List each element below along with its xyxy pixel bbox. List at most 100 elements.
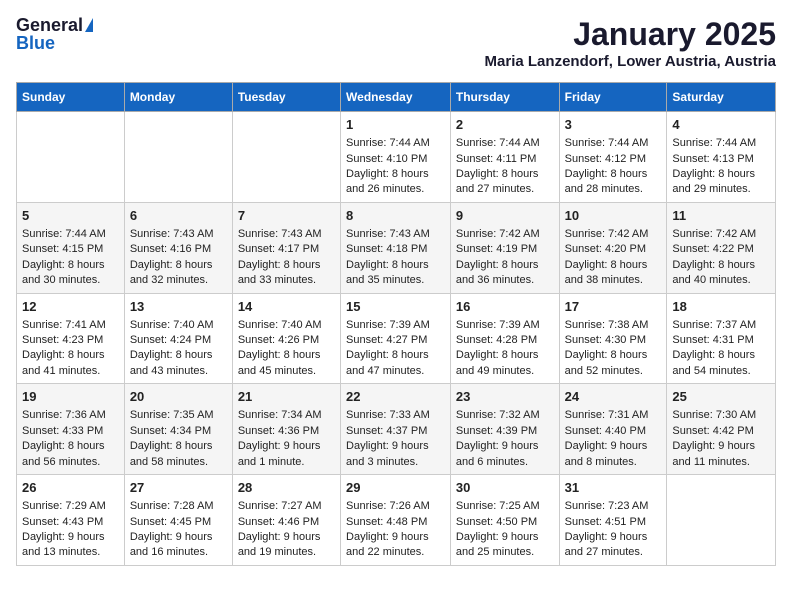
day-info: Sunset: 4:31 PM bbox=[672, 333, 770, 348]
day-info: Sunset: 4:43 PM bbox=[22, 515, 119, 530]
day-info: Daylight: 8 hours and 33 minutes. bbox=[238, 258, 335, 289]
day-info: Sunrise: 7:29 AM bbox=[22, 499, 119, 514]
day-info: Daylight: 8 hours and 52 minutes. bbox=[565, 348, 662, 379]
logo-blue: Blue bbox=[16, 34, 55, 52]
day-info: Sunset: 4:15 PM bbox=[22, 242, 119, 257]
day-info: Daylight: 9 hours and 19 minutes. bbox=[238, 530, 335, 561]
day-info: Sunrise: 7:40 AM bbox=[130, 318, 227, 333]
table-row: 19Sunrise: 7:36 AMSunset: 4:33 PMDayligh… bbox=[17, 384, 125, 475]
day-info: Sunrise: 7:41 AM bbox=[22, 318, 119, 333]
day-info: Sunrise: 7:44 AM bbox=[456, 136, 554, 151]
table-row: 3Sunrise: 7:44 AMSunset: 4:12 PMDaylight… bbox=[559, 112, 667, 203]
day-info: Sunset: 4:39 PM bbox=[456, 424, 554, 439]
day-number: 25 bbox=[672, 388, 770, 406]
day-info: Sunrise: 7:44 AM bbox=[346, 136, 445, 151]
header-wednesday: Wednesday bbox=[341, 83, 451, 112]
day-info: Daylight: 9 hours and 27 minutes. bbox=[565, 530, 662, 561]
day-info: Sunset: 4:36 PM bbox=[238, 424, 335, 439]
table-row: 29Sunrise: 7:26 AMSunset: 4:48 PMDayligh… bbox=[341, 475, 451, 566]
day-number: 27 bbox=[130, 479, 227, 497]
table-row: 17Sunrise: 7:38 AMSunset: 4:30 PMDayligh… bbox=[559, 293, 667, 384]
table-row: 27Sunrise: 7:28 AMSunset: 4:45 PMDayligh… bbox=[124, 475, 232, 566]
day-info: Sunset: 4:30 PM bbox=[565, 333, 662, 348]
day-info: Sunrise: 7:43 AM bbox=[238, 227, 335, 242]
table-row bbox=[124, 112, 232, 203]
day-info: Sunset: 4:19 PM bbox=[456, 242, 554, 257]
day-number: 18 bbox=[672, 298, 770, 316]
day-info: Daylight: 8 hours and 58 minutes. bbox=[130, 439, 227, 470]
day-info: Sunset: 4:48 PM bbox=[346, 515, 445, 530]
day-number: 7 bbox=[238, 207, 335, 225]
day-number: 26 bbox=[22, 479, 119, 497]
day-info: Daylight: 8 hours and 26 minutes. bbox=[346, 167, 445, 198]
day-number: 30 bbox=[456, 479, 554, 497]
logo-triangle-icon bbox=[85, 18, 93, 32]
day-info: Sunrise: 7:43 AM bbox=[130, 227, 227, 242]
day-info: Sunrise: 7:42 AM bbox=[456, 227, 554, 242]
table-row: 18Sunrise: 7:37 AMSunset: 4:31 PMDayligh… bbox=[667, 293, 776, 384]
day-number: 6 bbox=[130, 207, 227, 225]
header-tuesday: Tuesday bbox=[232, 83, 340, 112]
day-info: Daylight: 9 hours and 6 minutes. bbox=[456, 439, 554, 470]
table-row bbox=[17, 112, 125, 203]
day-info: Sunset: 4:24 PM bbox=[130, 333, 227, 348]
day-info: Sunset: 4:16 PM bbox=[130, 242, 227, 257]
day-info: Daylight: 8 hours and 27 minutes. bbox=[456, 167, 554, 198]
day-number: 13 bbox=[130, 298, 227, 316]
day-info: Sunrise: 7:31 AM bbox=[565, 408, 662, 423]
day-info: Sunset: 4:42 PM bbox=[672, 424, 770, 439]
header-friday: Friday bbox=[559, 83, 667, 112]
table-row: 24Sunrise: 7:31 AMSunset: 4:40 PMDayligh… bbox=[559, 384, 667, 475]
table-row: 15Sunrise: 7:39 AMSunset: 4:27 PMDayligh… bbox=[341, 293, 451, 384]
day-number: 15 bbox=[346, 298, 445, 316]
table-row: 12Sunrise: 7:41 AMSunset: 4:23 PMDayligh… bbox=[17, 293, 125, 384]
table-row: 21Sunrise: 7:34 AMSunset: 4:36 PMDayligh… bbox=[232, 384, 340, 475]
table-row: 5 Sunrise: 7:44 AMSunset: 4:15 PMDaylight… bbox=[17, 202, 125, 293]
title-area: January 2025 Maria Lanzendorf, Lower Aus… bbox=[485, 16, 776, 70]
table-row: 20Sunrise: 7:35 AMSunset: 4:34 PMDayligh… bbox=[124, 384, 232, 475]
day-info: Daylight: 8 hours and 38 minutes. bbox=[565, 258, 662, 289]
day-number: 28 bbox=[238, 479, 335, 497]
day-info: Daylight: 9 hours and 3 minutes. bbox=[346, 439, 445, 470]
calendar-week-row: 1Sunrise: 7:44 AMSunset: 4:10 PMDaylight… bbox=[17, 112, 776, 203]
day-info: Sunset: 4:28 PM bbox=[456, 333, 554, 348]
day-info: Daylight: 8 hours and 30 minutes. bbox=[22, 258, 119, 289]
day-number: 2 bbox=[456, 116, 554, 134]
day-info: Sunrise: 7:44 AM bbox=[672, 136, 770, 151]
header-sunday: Sunday bbox=[17, 83, 125, 112]
day-info: Sunset: 4:22 PM bbox=[672, 242, 770, 257]
day-number: 11 bbox=[672, 207, 770, 225]
day-info: Sunset: 4:46 PM bbox=[238, 515, 335, 530]
table-row: 6Sunrise: 7:43 AMSunset: 4:16 PMDaylight… bbox=[124, 202, 232, 293]
day-info: Sunrise: 7:26 AM bbox=[346, 499, 445, 514]
header-thursday: Thursday bbox=[450, 83, 559, 112]
day-number: 8 bbox=[346, 207, 445, 225]
day-number: 4 bbox=[672, 116, 770, 134]
day-number: 22 bbox=[346, 388, 445, 406]
day-info: Sunrise: 7:42 AM bbox=[672, 227, 770, 242]
table-row: 22Sunrise: 7:33 AMSunset: 4:37 PMDayligh… bbox=[341, 384, 451, 475]
day-info: Sunrise: 7:36 AM bbox=[22, 408, 119, 423]
day-number: 5 bbox=[22, 207, 119, 225]
day-info: Daylight: 9 hours and 11 minutes. bbox=[672, 439, 770, 470]
day-info: Sunset: 4:51 PM bbox=[565, 515, 662, 530]
day-info: Daylight: 8 hours and 45 minutes. bbox=[238, 348, 335, 379]
day-info: Daylight: 8 hours and 40 minutes. bbox=[672, 258, 770, 289]
table-row: 11 Sunrise: 7:42 AMSunset: 4:22 PMDayligh… bbox=[667, 202, 776, 293]
day-info: Sunrise: 7:33 AM bbox=[346, 408, 445, 423]
day-info: Sunset: 4:18 PM bbox=[346, 242, 445, 257]
day-info: Daylight: 8 hours and 35 minutes. bbox=[346, 258, 445, 289]
day-number: 1 bbox=[346, 116, 445, 134]
day-info: Sunrise: 7:44 AM bbox=[22, 227, 119, 242]
table-row: 7Sunrise: 7:43 AMSunset: 4:17 PMDaylight… bbox=[232, 202, 340, 293]
page-title: January 2025 bbox=[485, 16, 776, 53]
day-info: Sunset: 4:26 PM bbox=[238, 333, 335, 348]
day-info: Sunset: 4:10 PM bbox=[346, 152, 445, 167]
day-info: Daylight: 8 hours and 36 minutes. bbox=[456, 258, 554, 289]
day-info: Sunrise: 7:34 AM bbox=[238, 408, 335, 423]
day-info: Sunset: 4:45 PM bbox=[130, 515, 227, 530]
table-row: 23Sunrise: 7:32 AMSunset: 4:39 PMDayligh… bbox=[450, 384, 559, 475]
logo-general: General bbox=[16, 16, 83, 34]
day-info: Sunrise: 7:43 AM bbox=[346, 227, 445, 242]
day-info: Sunrise: 7:32 AM bbox=[456, 408, 554, 423]
